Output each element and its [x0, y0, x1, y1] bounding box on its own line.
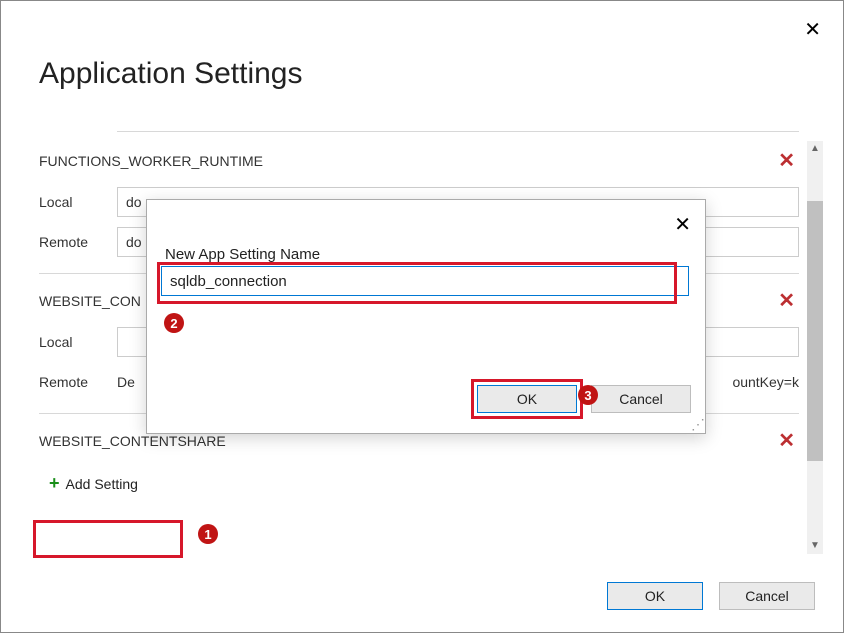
- close-icon[interactable]: ✕: [804, 17, 821, 42]
- callout-badge-2: 2: [164, 313, 184, 333]
- scroll-down-icon[interactable]: ▼: [809, 540, 821, 552]
- delete-setting-icon[interactable]: ✕: [778, 148, 795, 173]
- local-label: Local: [39, 334, 117, 350]
- scroll-up-icon[interactable]: ▲: [809, 143, 821, 155]
- new-setting-name-input[interactable]: [161, 266, 689, 296]
- new-setting-modal: ✕ New App Setting Name OK Cancel ⋰: [146, 199, 706, 434]
- delete-setting-icon[interactable]: ✕: [778, 428, 795, 453]
- ok-button[interactable]: OK: [607, 582, 703, 610]
- remote-label: Remote: [39, 374, 117, 390]
- page-title: Application Settings: [1, 1, 843, 121]
- divider: [117, 131, 799, 132]
- modal-field-label: New App Setting Name: [165, 246, 320, 263]
- remote-value-tail: ountKey=k: [732, 374, 799, 390]
- add-setting-label: Add Setting: [66, 476, 138, 492]
- callout-badge-1: 1: [198, 524, 218, 544]
- cancel-button[interactable]: Cancel: [719, 582, 815, 610]
- setting-name: WEBSITE_CON: [39, 293, 141, 309]
- setting-name: WEBSITE_CONTENTSHARE: [39, 433, 226, 449]
- scrollbar-thumb[interactable]: [807, 201, 823, 461]
- delete-setting-icon[interactable]: ✕: [778, 288, 795, 313]
- setting-name: FUNCTIONS_WORKER_RUNTIME: [39, 153, 263, 169]
- local-label: Local: [39, 194, 117, 210]
- add-setting-button[interactable]: + Add Setting: [39, 467, 148, 500]
- plus-icon: +: [49, 473, 60, 494]
- resize-grip-icon[interactable]: ⋰: [691, 419, 703, 431]
- callout-badge-3: 3: [578, 385, 598, 405]
- modal-cancel-button[interactable]: Cancel: [591, 385, 691, 413]
- modal-close-icon[interactable]: ✕: [674, 212, 691, 237]
- modal-ok-button[interactable]: OK: [477, 385, 577, 413]
- remote-label: Remote: [39, 234, 117, 250]
